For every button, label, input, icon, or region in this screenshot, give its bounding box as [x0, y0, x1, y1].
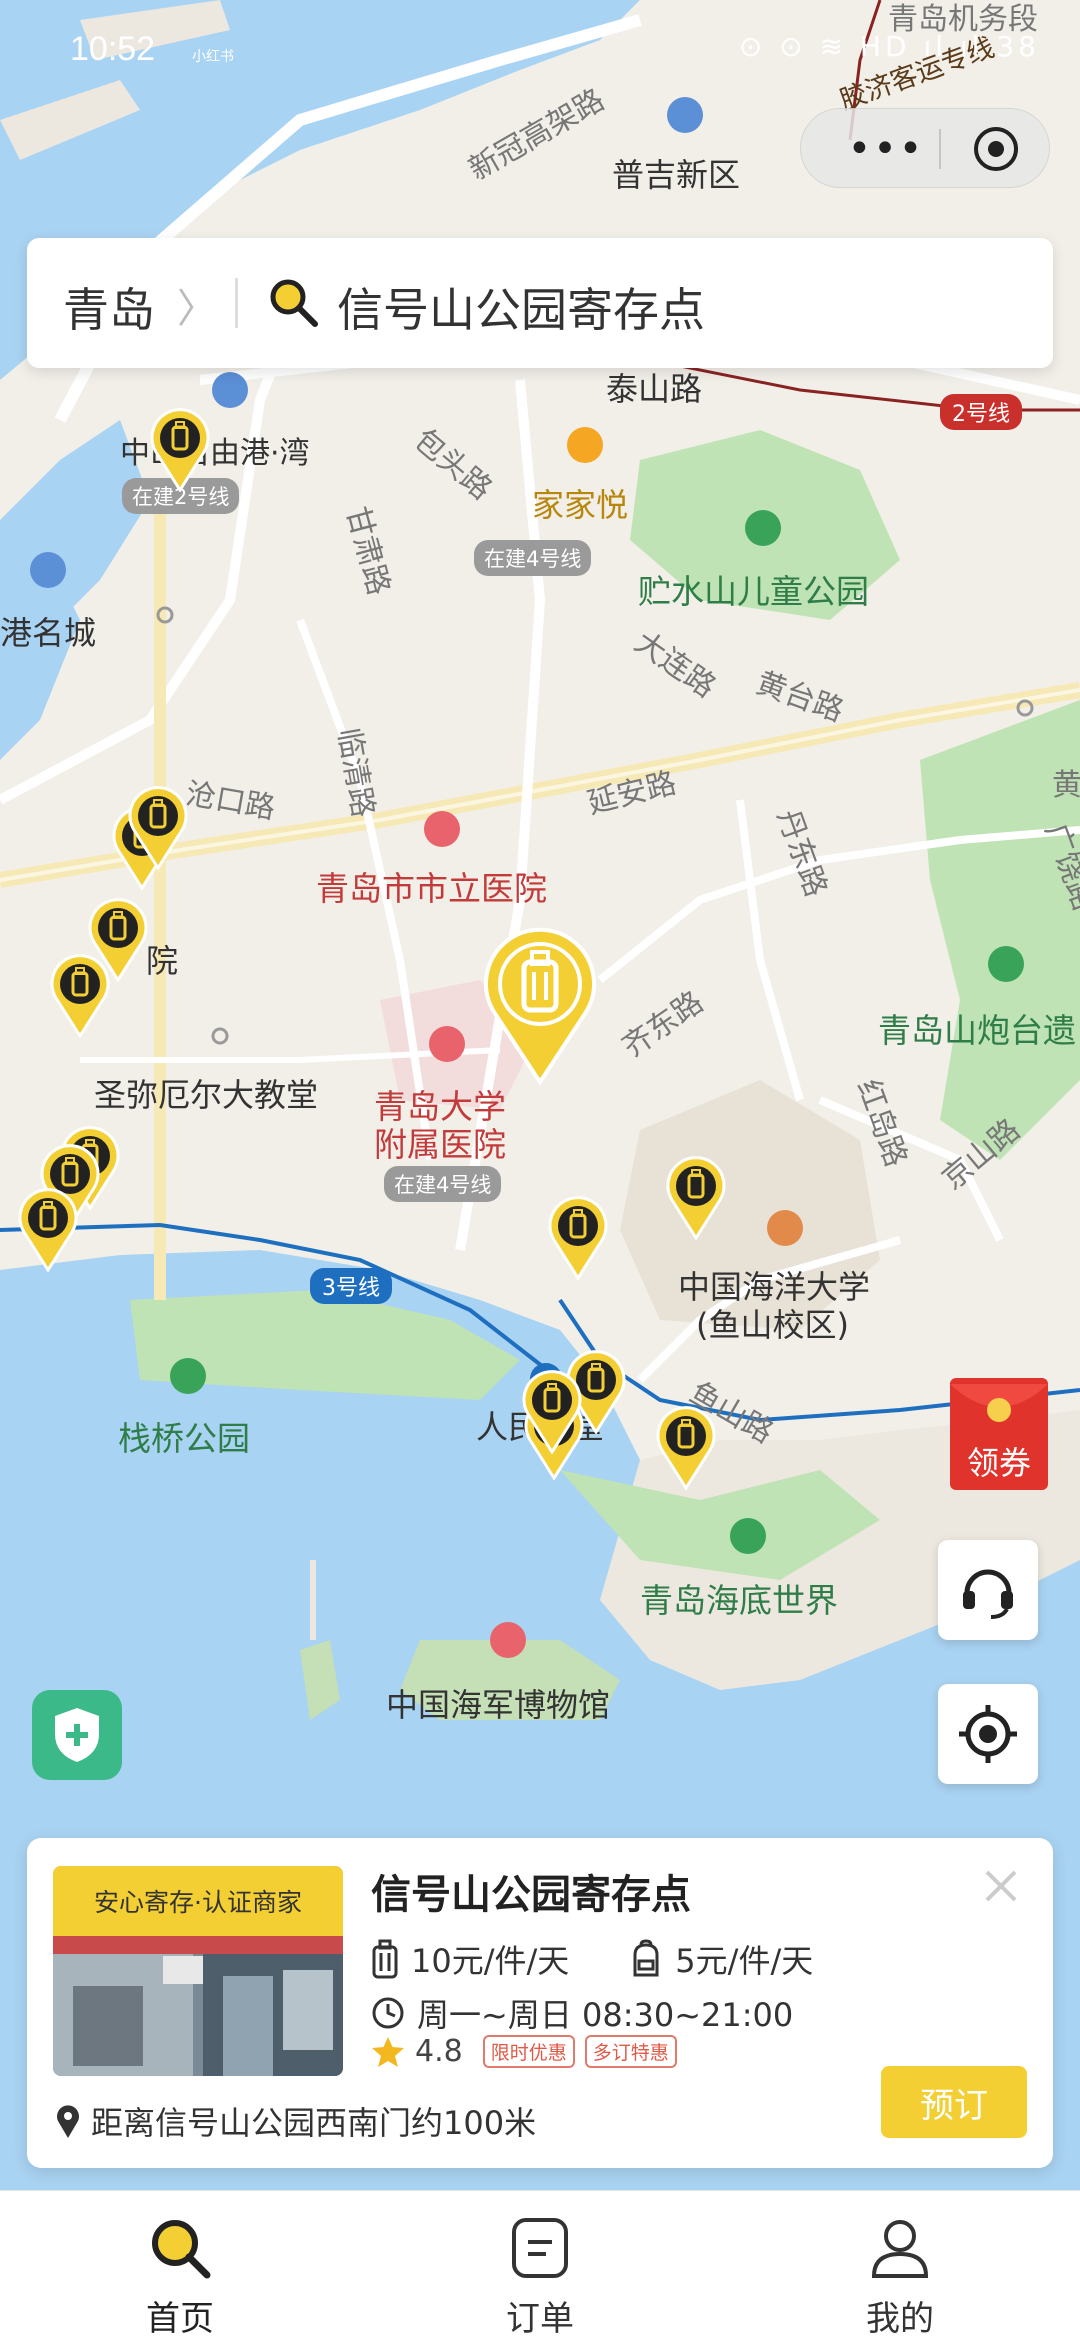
locate-icon	[959, 1705, 1017, 1763]
storage-pin[interactable]	[664, 1156, 728, 1241]
status-carrier: 小红书	[192, 49, 234, 65]
miniprogram-capsule: •••	[800, 108, 1050, 188]
storage-pin[interactable]	[16, 1188, 80, 1273]
search-divider	[235, 278, 238, 328]
promo-tag: 多订特惠	[584, 2035, 677, 2068]
map-label: 家家悦	[532, 486, 629, 524]
map-label: 3号线	[310, 1268, 392, 1304]
tab-orders[interactable]: 订单	[440, 2191, 640, 2340]
distance-text: 距离信号山公园西南门约100米	[91, 2104, 537, 2142]
storage-pin[interactable]	[148, 408, 212, 493]
map-label: 在建4号线	[384, 1166, 502, 1202]
rating-row: 4.8 限时优惠 多订特惠	[371, 2034, 687, 2069]
map-label: 圣弥厄尔大教堂	[94, 1076, 319, 1114]
tab-profile[interactable]: 我的	[800, 2191, 1000, 2340]
star-icon	[372, 2036, 404, 2067]
distance-row: 距离信号山公园西南门约100米	[55, 2098, 536, 2144]
locate-me-button[interactable]	[938, 1684, 1038, 1784]
tab-label: 我的	[866, 2299, 934, 2339]
city-selector[interactable]: 青岛	[63, 274, 155, 340]
tab-label: 订单	[506, 2299, 574, 2339]
map-label: 中国海军博物馆	[386, 1686, 611, 1724]
luggage-price: 10元/件/天	[411, 1942, 570, 1980]
promo-tag: 限时优惠	[482, 2035, 575, 2068]
map-label: 青岛海底世界	[640, 1581, 838, 1620]
map-label: 附属医院	[374, 1125, 506, 1164]
storage-info-card[interactable]: 安心寄存·认证商家 信号山公园寄存点 10元/件/天 5元/件/天 周一~周日 …	[27, 1838, 1053, 2168]
headset-icon	[963, 1569, 1013, 1619]
coupon-label: 领券	[966, 1444, 1031, 1482]
price-row: 10元/件/天 5元/件/天	[371, 1936, 813, 1982]
map-label: (鱼山校区)	[696, 1306, 849, 1344]
status-bar: 10:52 小红书 ⊙ ⊙ ≋ HD ıl ıl 38	[0, 0, 1080, 100]
hours-row: 周一~周日 08:30~21:00	[371, 1990, 793, 2036]
map-label: 普吉新区	[612, 156, 741, 194]
tab-home[interactable]: 首页	[80, 2191, 280, 2340]
customer-service-button[interactable]	[938, 1540, 1038, 1640]
certified-merchant-badge: 安心寄存·认证商家	[53, 1866, 343, 1936]
target-circle-icon	[974, 127, 1018, 171]
storage-photo: 安心寄存·认证商家	[53, 1866, 343, 2076]
map-label: 栈桥公园	[118, 1419, 250, 1458]
search-input[interactable]: 信号山公园寄存点	[337, 274, 705, 340]
rating-score: 4.8	[415, 2034, 463, 2069]
close-miniprogram-button[interactable]	[941, 109, 1051, 189]
clock-icon	[372, 1997, 404, 2029]
selected-storage-pin[interactable]	[480, 926, 600, 1086]
safety-guarantee-button[interactable]	[32, 1690, 122, 1780]
close-icon[interactable]	[973, 1858, 1029, 1914]
suitcase-icon	[372, 1939, 398, 1979]
map-label: 院	[146, 942, 179, 980]
orders-icon	[500, 2213, 580, 2283]
more-button[interactable]: •••	[831, 109, 941, 189]
search-icon	[270, 279, 318, 327]
storage-pin[interactable]	[654, 1406, 718, 1491]
status-icons: ⊙ ⊙ ≋ HD ıl ıl 38	[738, 30, 1040, 63]
map-label: 2号线	[940, 394, 1022, 430]
bag-price: 5元/件/天	[675, 1942, 814, 1980]
tab-label: 首页	[146, 2299, 214, 2339]
map-label: 青岛山炮台遗	[878, 1011, 1076, 1050]
storage-pin[interactable]	[48, 954, 112, 1039]
chevron-right-icon: 〉	[177, 286, 217, 332]
search-bar[interactable]: 青岛 〉 信号山公园寄存点	[27, 238, 1053, 368]
shield-plus-icon	[55, 1708, 99, 1762]
user-icon	[860, 2213, 940, 2283]
opening-hours: 周一~周日 08:30~21:00	[417, 1996, 794, 2034]
book-button[interactable]: 预订	[881, 2066, 1027, 2138]
map-label: 港名城	[0, 614, 97, 652]
storage-pin[interactable]	[126, 786, 190, 871]
location-pin-icon	[57, 2105, 79, 2138]
map-label: 在建4号线	[474, 540, 592, 576]
map-label: 泰山路	[606, 370, 703, 408]
map-label: 贮水山儿童公园	[638, 572, 869, 611]
backpack-icon	[633, 1939, 659, 1977]
storage-pin[interactable]	[546, 1196, 610, 1281]
map-label: 青岛市市立医院	[316, 869, 547, 908]
bottom-tab-bar: 首页 订单 我的	[0, 2190, 1080, 2340]
map-label: 黄	[1052, 768, 1080, 803]
storage-pin[interactable]	[520, 1370, 584, 1455]
home-search-icon	[140, 2213, 220, 2283]
storage-title: 信号山公园寄存点	[371, 1872, 691, 1918]
coupon-button[interactable]: 领券	[944, 1370, 1054, 1500]
status-time: 10:52	[70, 30, 156, 68]
